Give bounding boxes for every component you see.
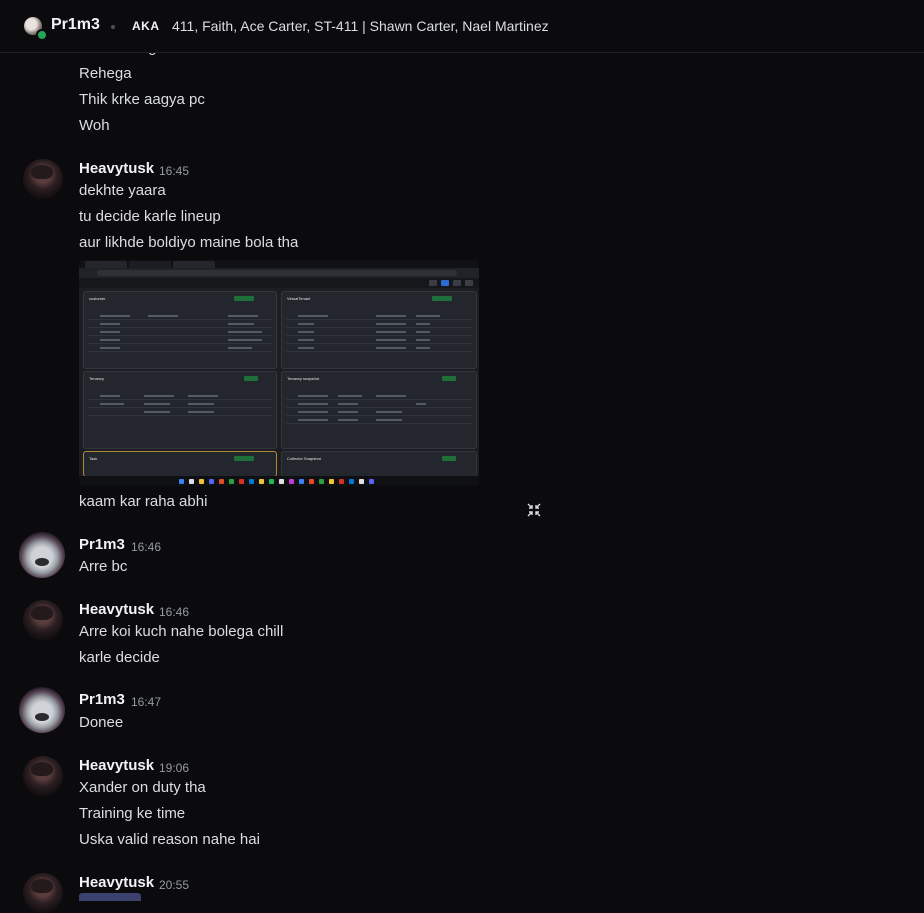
collapse-icon[interactable] bbox=[527, 503, 541, 517]
message-timestamp: 19:06 bbox=[159, 761, 190, 775]
message-text: Training ke time bbox=[79, 805, 186, 822]
user-avatar[interactable] bbox=[23, 873, 63, 913]
user-avatar[interactable] bbox=[19, 532, 65, 578]
message-text: Xander on duty tha bbox=[79, 779, 206, 796]
separator-dot bbox=[111, 25, 115, 29]
message-timestamp: 16:46 bbox=[131, 540, 162, 554]
message-text: aur likhde boldiyo maine bola tha bbox=[79, 234, 299, 251]
message-text: dekhte yaara bbox=[79, 182, 166, 199]
message-timestamp: 16:45 bbox=[159, 164, 190, 178]
attachment-browser-tabs bbox=[79, 260, 479, 268]
message-author[interactable]: Heavytusk bbox=[79, 757, 154, 774]
message-text: karle decide bbox=[79, 649, 160, 666]
message-text: Thik krke aagya pc bbox=[79, 91, 205, 108]
aka-aliases: 411, Faith, Ace Carter, ST-411 | Shawn C… bbox=[172, 18, 549, 34]
dm-username[interactable]: Pr1m3 bbox=[51, 16, 100, 34]
online-status-icon bbox=[36, 29, 48, 41]
message-text: Rehega bbox=[79, 65, 132, 82]
attachment-panel: Tenancy snapshot bbox=[281, 371, 477, 449]
attachment-panel: Tenancy bbox=[83, 371, 277, 449]
attachment-panel: VirtualTenant bbox=[281, 291, 477, 369]
channel-header: Pr1m3 AKA 411, Faith, Ace Carter, ST-411… bbox=[0, 0, 924, 53]
attachment-panel: Collector Snapshot bbox=[281, 451, 477, 477]
image-attachment[interactable]: customer VirtualTenant Tenancy Tenancy s… bbox=[79, 260, 479, 486]
aka-label: AKA bbox=[132, 19, 160, 33]
user-avatar[interactable] bbox=[19, 687, 65, 733]
message-text: tu decide karle lineup bbox=[79, 208, 221, 225]
message-timestamp: 20:55 bbox=[159, 878, 190, 892]
attachment-panel: customer bbox=[83, 291, 277, 369]
message-text: kaam kar raha abhi bbox=[79, 493, 208, 510]
message-text: Arre koi kuch nahe bolega chill bbox=[79, 623, 284, 640]
message-text: Uska valid reason nahe hai bbox=[79, 831, 260, 848]
attachment-panel: Task bbox=[83, 451, 277, 477]
message-author[interactable]: Pr1m3 bbox=[79, 691, 125, 708]
message-timestamp: 16:46 bbox=[159, 605, 190, 619]
user-avatar[interactable] bbox=[23, 159, 63, 199]
message-author[interactable]: Pr1m3 bbox=[79, 536, 125, 553]
user-avatar[interactable] bbox=[23, 756, 63, 796]
message-text: Arre bc bbox=[79, 558, 128, 575]
message-text: Donee bbox=[79, 714, 124, 731]
message-author[interactable]: Heavytusk bbox=[79, 601, 154, 618]
user-avatar[interactable] bbox=[23, 600, 63, 640]
message-author[interactable]: Heavytusk bbox=[79, 874, 154, 891]
message-timestamp: 16:47 bbox=[131, 695, 162, 709]
message-text: Woh bbox=[79, 117, 110, 134]
message-author[interactable]: Heavytusk bbox=[79, 160, 154, 177]
mention-pill[interactable] bbox=[79, 893, 141, 901]
